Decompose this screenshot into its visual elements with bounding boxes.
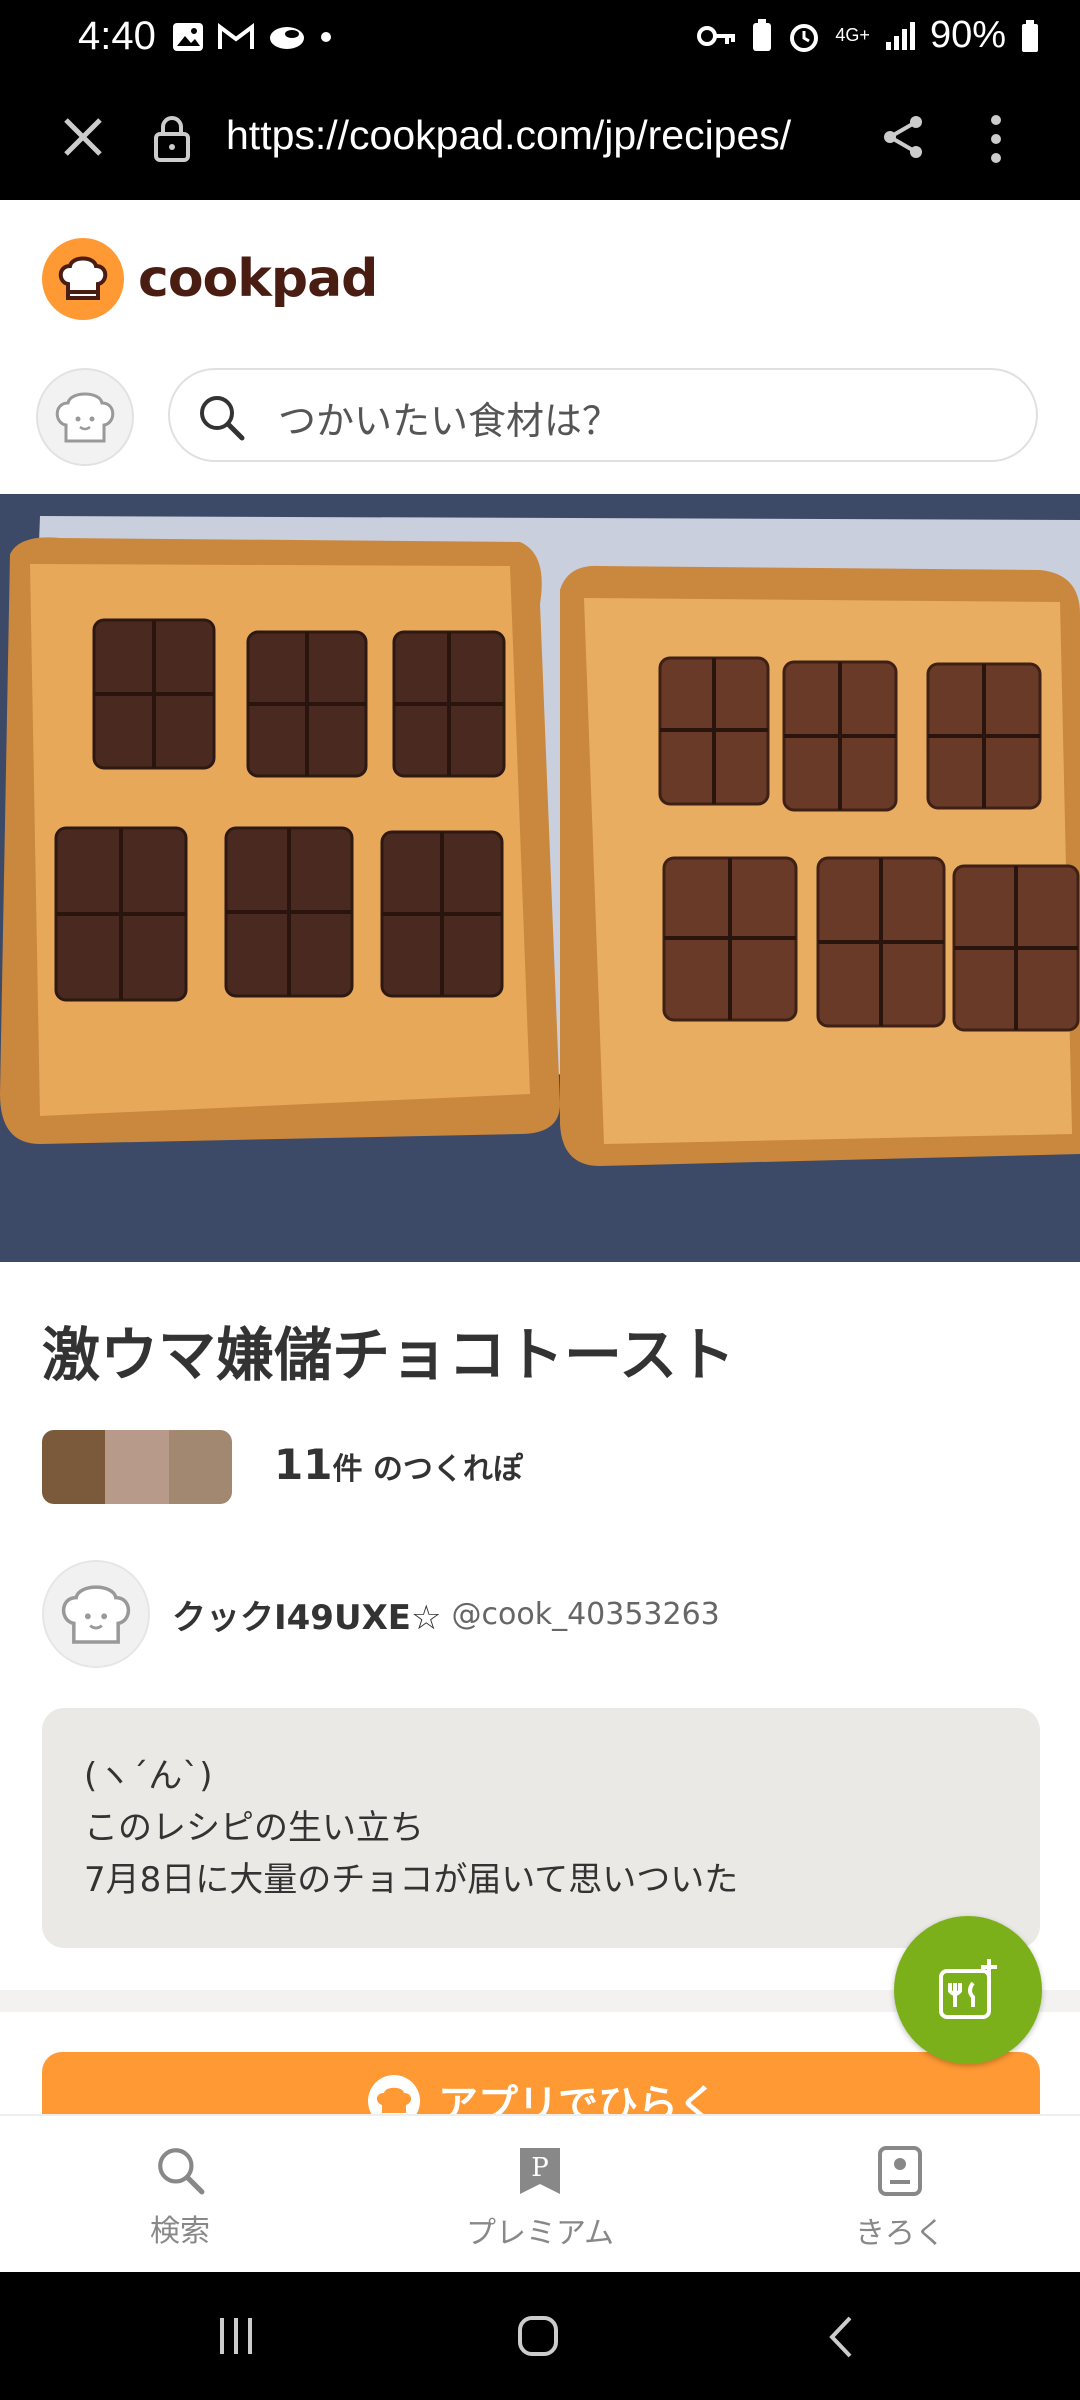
premium-icon: P <box>520 2148 560 2194</box>
author-name[interactable]: クックI49UXE☆ <box>172 1590 442 1639</box>
author-avatar[interactable] <box>42 1560 150 1668</box>
more-options-icon[interactable] <box>974 112 1018 166</box>
chef-avatar-icon <box>55 392 115 443</box>
alarm-icon <box>790 23 819 52</box>
status-time: 4:40 <box>78 14 156 58</box>
tsukurepo-thumbnails[interactable] <box>42 1430 232 1504</box>
recipe-photo[interactable] <box>0 494 1080 1262</box>
gmail-icon <box>218 23 254 49</box>
system-navigation-bar <box>0 2272 1080 2400</box>
author-handle: @cook_40353263 <box>451 1596 720 1632</box>
tsukurepo-thumb <box>42 1430 106 1504</box>
recent-apps-icon[interactable] <box>214 2314 258 2358</box>
cutlery-plus-icon <box>939 1959 997 2019</box>
search-input[interactable]: つかいたい食材は？ <box>168 368 1038 462</box>
add-to-menu-fab[interactable] <box>894 1916 1042 2064</box>
nav-search-label: 検索 <box>150 2214 210 2249</box>
home-icon[interactable] <box>514 2312 562 2360</box>
story-line: (ヽ´ん`) <box>84 1756 213 1796</box>
svg-text:P: P <box>531 2153 549 2183</box>
status-bar: 4:40 4G+ 90% <box>0 0 1080 74</box>
tsukurepo-unit: 件 のつくれぽ <box>332 1452 523 1487</box>
signal-icon <box>885 21 915 50</box>
recipe-story: (ヽ´ん`) このレシピの生い立ち 7月8日に大量のチョコが届いて思いついた <box>42 1708 1040 1948</box>
record-icon <box>878 2146 922 2196</box>
user-avatar-button[interactable] <box>36 368 134 466</box>
logo-wordmark: cookpad <box>138 249 378 309</box>
chocolate-toast-photo <box>0 494 1080 1262</box>
nav-search[interactable]: 検索 <box>80 2144 280 2250</box>
nav-record-label: きろく <box>855 2216 945 2251</box>
tsukurepo-thumb <box>105 1430 169 1504</box>
gallery-icon <box>173 23 203 51</box>
browser-toolbar: https://cookpad.com/jp/recipes/ <box>0 74 1080 200</box>
author-row[interactable]: クックI49UXE☆ @cook_40353263 <box>42 1560 720 1668</box>
close-icon[interactable] <box>58 112 108 162</box>
bottom-navigation: 検索 P プレミアム きろく <box>0 2114 1080 2274</box>
nav-premium[interactable]: P プレミアム <box>440 2144 640 2252</box>
lock-icon[interactable] <box>152 114 192 162</box>
share-icon[interactable] <box>878 112 928 162</box>
back-icon[interactable] <box>826 2314 856 2360</box>
app-notification-icon <box>270 27 304 49</box>
chef-avatar-icon <box>61 1585 131 1644</box>
tsukurepo-count[interactable]: 11件 のつくれぽ <box>274 1440 523 1489</box>
nav-record[interactable]: きろく <box>800 2144 1000 2252</box>
tsukurepo-thumb <box>168 1430 232 1504</box>
search-icon <box>200 396 245 441</box>
story-line: このレシピの生い立ち <box>84 1808 424 1848</box>
recipe-title: 激ウマ嫌儲チョコトースト <box>42 1321 736 1389</box>
battery-icon <box>1022 19 1038 52</box>
dot-icon <box>321 32 331 42</box>
chef-hat-logo-icon <box>42 238 124 320</box>
network-type: 4G+ <box>835 25 870 45</box>
key-icon <box>697 25 736 46</box>
tsukurepo-number: 11 <box>274 1440 333 1489</box>
nav-premium-label: プレミアム <box>466 2216 614 2251</box>
search-placeholder: つかいたい食材は？ <box>278 399 621 443</box>
story-line: 7月8日に大量のチョコが届いて思いついた <box>84 1860 739 1900</box>
cookpad-logo[interactable]: cookpad <box>42 238 378 320</box>
url-text[interactable]: https://cookpad.com/jp/recipes/ <box>226 112 791 159</box>
battery-percent: 90% <box>929 14 1006 56</box>
search-icon <box>158 2148 205 2195</box>
battery-saver-icon <box>753 18 772 51</box>
